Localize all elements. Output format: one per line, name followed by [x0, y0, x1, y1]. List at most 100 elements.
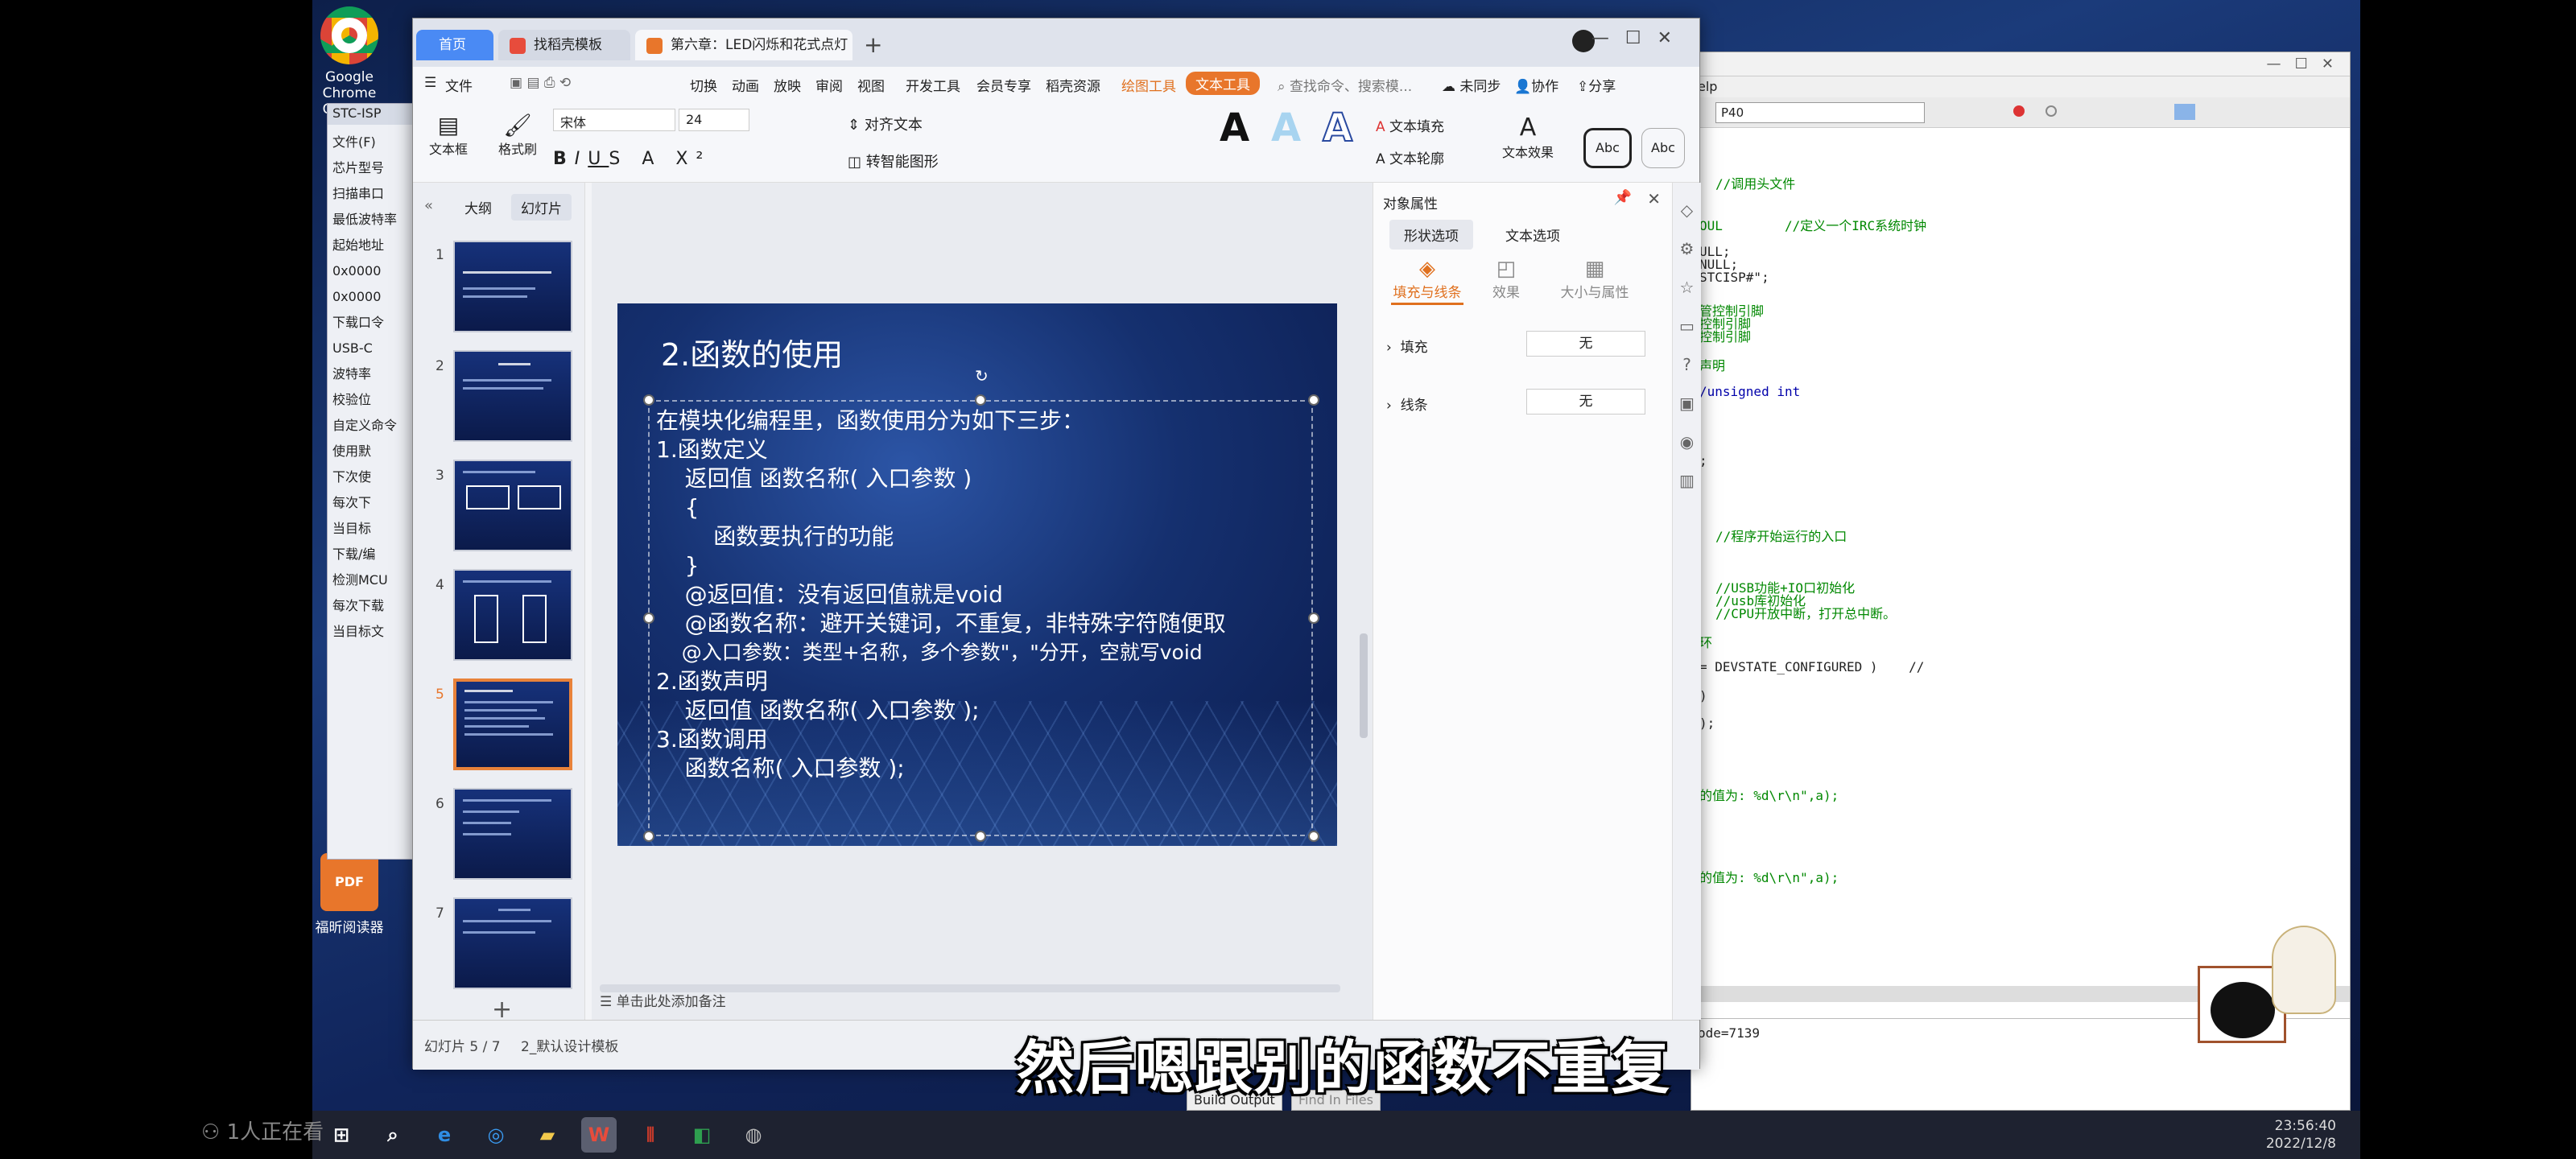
line-select[interactable]: 无 [1526, 389, 1645, 415]
pin-icon[interactable]: 📌 [1614, 189, 1632, 206]
tab-slides[interactable]: 幻灯片 [511, 194, 572, 221]
chrome-desktop-icon[interactable]: Google Chrome Chrome [312, 6, 386, 118]
text-effect-button[interactable]: A 文本效果 [1500, 113, 1556, 161]
people-icon: ⚇ [201, 1120, 221, 1145]
template-name[interactable]: 2_默认设计模板 [521, 1035, 618, 1055]
text-style-light[interactable]: A [1271, 105, 1301, 151]
text-style-black[interactable]: A [1220, 105, 1249, 151]
folder-icon[interactable]: ▰ [530, 1117, 565, 1153]
tab-shape-options[interactable]: 形状选项 [1389, 220, 1473, 250]
slide-thumb-2[interactable] [453, 350, 572, 442]
tab-text-options[interactable]: 文本选项 [1505, 225, 1560, 245]
current-slide[interactable]: 2.函数的使用 ↻ 在模块化编程里，函数使用分为如下三步： 1.函数定义 返回值… [617, 303, 1337, 846]
line-section-toggle[interactable]: › 线条 [1386, 394, 1428, 414]
text-outline-button[interactable]: A 文本轮廓 [1376, 147, 1444, 167]
resize-handle[interactable] [1308, 394, 1319, 406]
text-fill-button[interactable]: A 文本填充 [1376, 115, 1444, 135]
rotate-handle-icon[interactable]: ↻ [975, 366, 989, 386]
menu-slideshow[interactable]: 放映 [774, 75, 801, 95]
new-tab-plus-icon[interactable]: + [864, 31, 882, 58]
start-icon[interactable]: ⊞ [324, 1117, 359, 1153]
text-format-icons[interactable]: BIUS A X² [553, 149, 711, 169]
font-size-select[interactable]: 24 [679, 109, 749, 131]
share-button[interactable]: ⇪分享 [1577, 75, 1616, 95]
subtab-size-properties[interactable]: ▦ 大小与属性 [1542, 257, 1647, 301]
settings-icon[interactable]: ◍ [736, 1117, 771, 1153]
slide-title[interactable]: 2.函数的使用 [661, 340, 843, 370]
hamburger-icon[interactable]: ☰ [424, 75, 436, 91]
shape-style-2[interactable]: Abc [1641, 128, 1685, 168]
resize-handle[interactable] [975, 831, 986, 842]
resize-handle[interactable] [643, 831, 654, 842]
slide-thumb-3[interactable] [453, 460, 572, 551]
subtab-effects[interactable]: ◰ 效果 [1470, 257, 1542, 301]
slide-thumb-4[interactable] [453, 569, 572, 661]
ide-target-select[interactable]: P40 [1715, 102, 1925, 123]
code-editor[interactable]: //调用头文件 OUL //定义一个IRC系统时钟 ULL; NULL; STC… [1691, 173, 2303, 978]
clear-icon[interactable] [2046, 105, 2057, 117]
slide-thumb-7[interactable] [453, 897, 572, 989]
stc-icon[interactable]: ⦀ [633, 1117, 668, 1153]
slide-number: 1 [436, 247, 444, 263]
menu-animation[interactable]: 动画 [732, 75, 759, 95]
share-label: 分享 [1588, 79, 1616, 95]
resize-handle[interactable] [1308, 831, 1319, 842]
tab-home[interactable]: 首页 [416, 30, 493, 60]
menu-member[interactable]: 会员专享 [976, 75, 1031, 95]
foxit-desktop-icon[interactable]: PDF 福昕阅读器 [312, 853, 386, 936]
slide-body-line: { [656, 494, 700, 521]
menu-text-tools[interactable]: 文本工具 [1186, 72, 1260, 95]
notes-placeholder[interactable]: ☰ 单击此处添加备注 [600, 990, 726, 1010]
breakpoint-icon[interactable] [2013, 105, 2025, 117]
resize-handle[interactable] [975, 394, 986, 406]
app-icon[interactable]: ◎ [478, 1117, 514, 1153]
smart-shape-button[interactable]: ◫ 转智能图形 [848, 151, 939, 171]
shape-style-1[interactable]: Abc [1583, 128, 1632, 168]
menu-docer-resources[interactable]: 稻壳资源 [1046, 75, 1100, 95]
search-command[interactable]: ⌕ 查找命令、搜索模... [1278, 75, 1412, 95]
search-text: 查找命令、搜索模... [1289, 79, 1413, 95]
slide-thumb-5[interactable] [453, 678, 572, 770]
align-text-button[interactable]: ⇕ 对齐文本 [848, 113, 923, 134]
quick-access-icons[interactable]: ▣ ▤ ⎙ ⟲ [510, 75, 571, 91]
fill-select[interactable]: 无 [1526, 331, 1645, 357]
fill-section-toggle[interactable]: › 填充 [1386, 336, 1428, 356]
slide-body-line: @返回值：没有返回值就是void [656, 581, 1003, 608]
collapse-pane-icon[interactable]: « [424, 197, 433, 214]
taskbar-clock[interactable]: 23:56:40 2022/12/8 [2266, 1117, 2336, 1153]
format-painter-button[interactable]: 🖌 格式刷 [493, 112, 542, 158]
sync-status[interactable]: ☁ 未同步 [1442, 75, 1501, 95]
smart-shape-label: 转智能图形 [865, 154, 939, 171]
collab-button[interactable]: 👤协作 [1514, 75, 1558, 95]
menu-view[interactable]: 视图 [857, 75, 885, 95]
vertical-scrollbar[interactable] [1360, 633, 1368, 738]
search-icon[interactable]: ⌕ [375, 1117, 411, 1153]
window-icon[interactable] [2174, 104, 2195, 120]
tab-outline[interactable]: 大纲 [464, 197, 492, 217]
menu-review[interactable]: 审阅 [815, 75, 843, 95]
window-controls-icon[interactable]: —☐✕ [1591, 28, 1688, 48]
sidebar-icons[interactable]: ◇ ⚙ ☆ ▭? ▣ ◉ ▥ [1673, 183, 1701, 500]
slide-thumb-1[interactable] [453, 241, 572, 332]
tab-document[interactable]: 第六章：LED闪烁和花式点灯 [635, 30, 852, 60]
menu-developer[interactable]: 开发工具 [906, 75, 960, 95]
slide-thumb-6[interactable] [453, 788, 572, 880]
edge-icon[interactable]: e [427, 1117, 462, 1153]
menu-drawing-tools[interactable]: 绘图工具 [1121, 75, 1176, 95]
textbox-button[interactable]: ▤ 文本框 [424, 112, 473, 158]
ide-window-controls[interactable]: — ☐ ✕ [2266, 56, 2334, 72]
keil-icon[interactable]: ◧ [684, 1117, 720, 1153]
ide-menu[interactable]: elp [1691, 76, 2350, 97]
font-family-select[interactable]: 宋体 [553, 109, 675, 131]
wps-icon[interactable]: W [581, 1117, 617, 1153]
close-icon[interactable]: ✕ [1647, 189, 1661, 208]
subtab-fill-line[interactable]: ◈ 填充与线条 [1391, 257, 1463, 305]
tab-docer-templates[interactable]: 找稻壳模板 [498, 30, 630, 60]
text-style-outline[interactable]: A [1322, 105, 1353, 151]
slide-number: 5 [436, 687, 444, 703]
resize-handle[interactable] [643, 612, 654, 624]
resize-handle[interactable] [643, 394, 654, 406]
menu-switch[interactable]: 切换 [690, 75, 717, 95]
menu-file[interactable]: 文件 [445, 75, 473, 95]
resize-handle[interactable] [1308, 612, 1319, 624]
